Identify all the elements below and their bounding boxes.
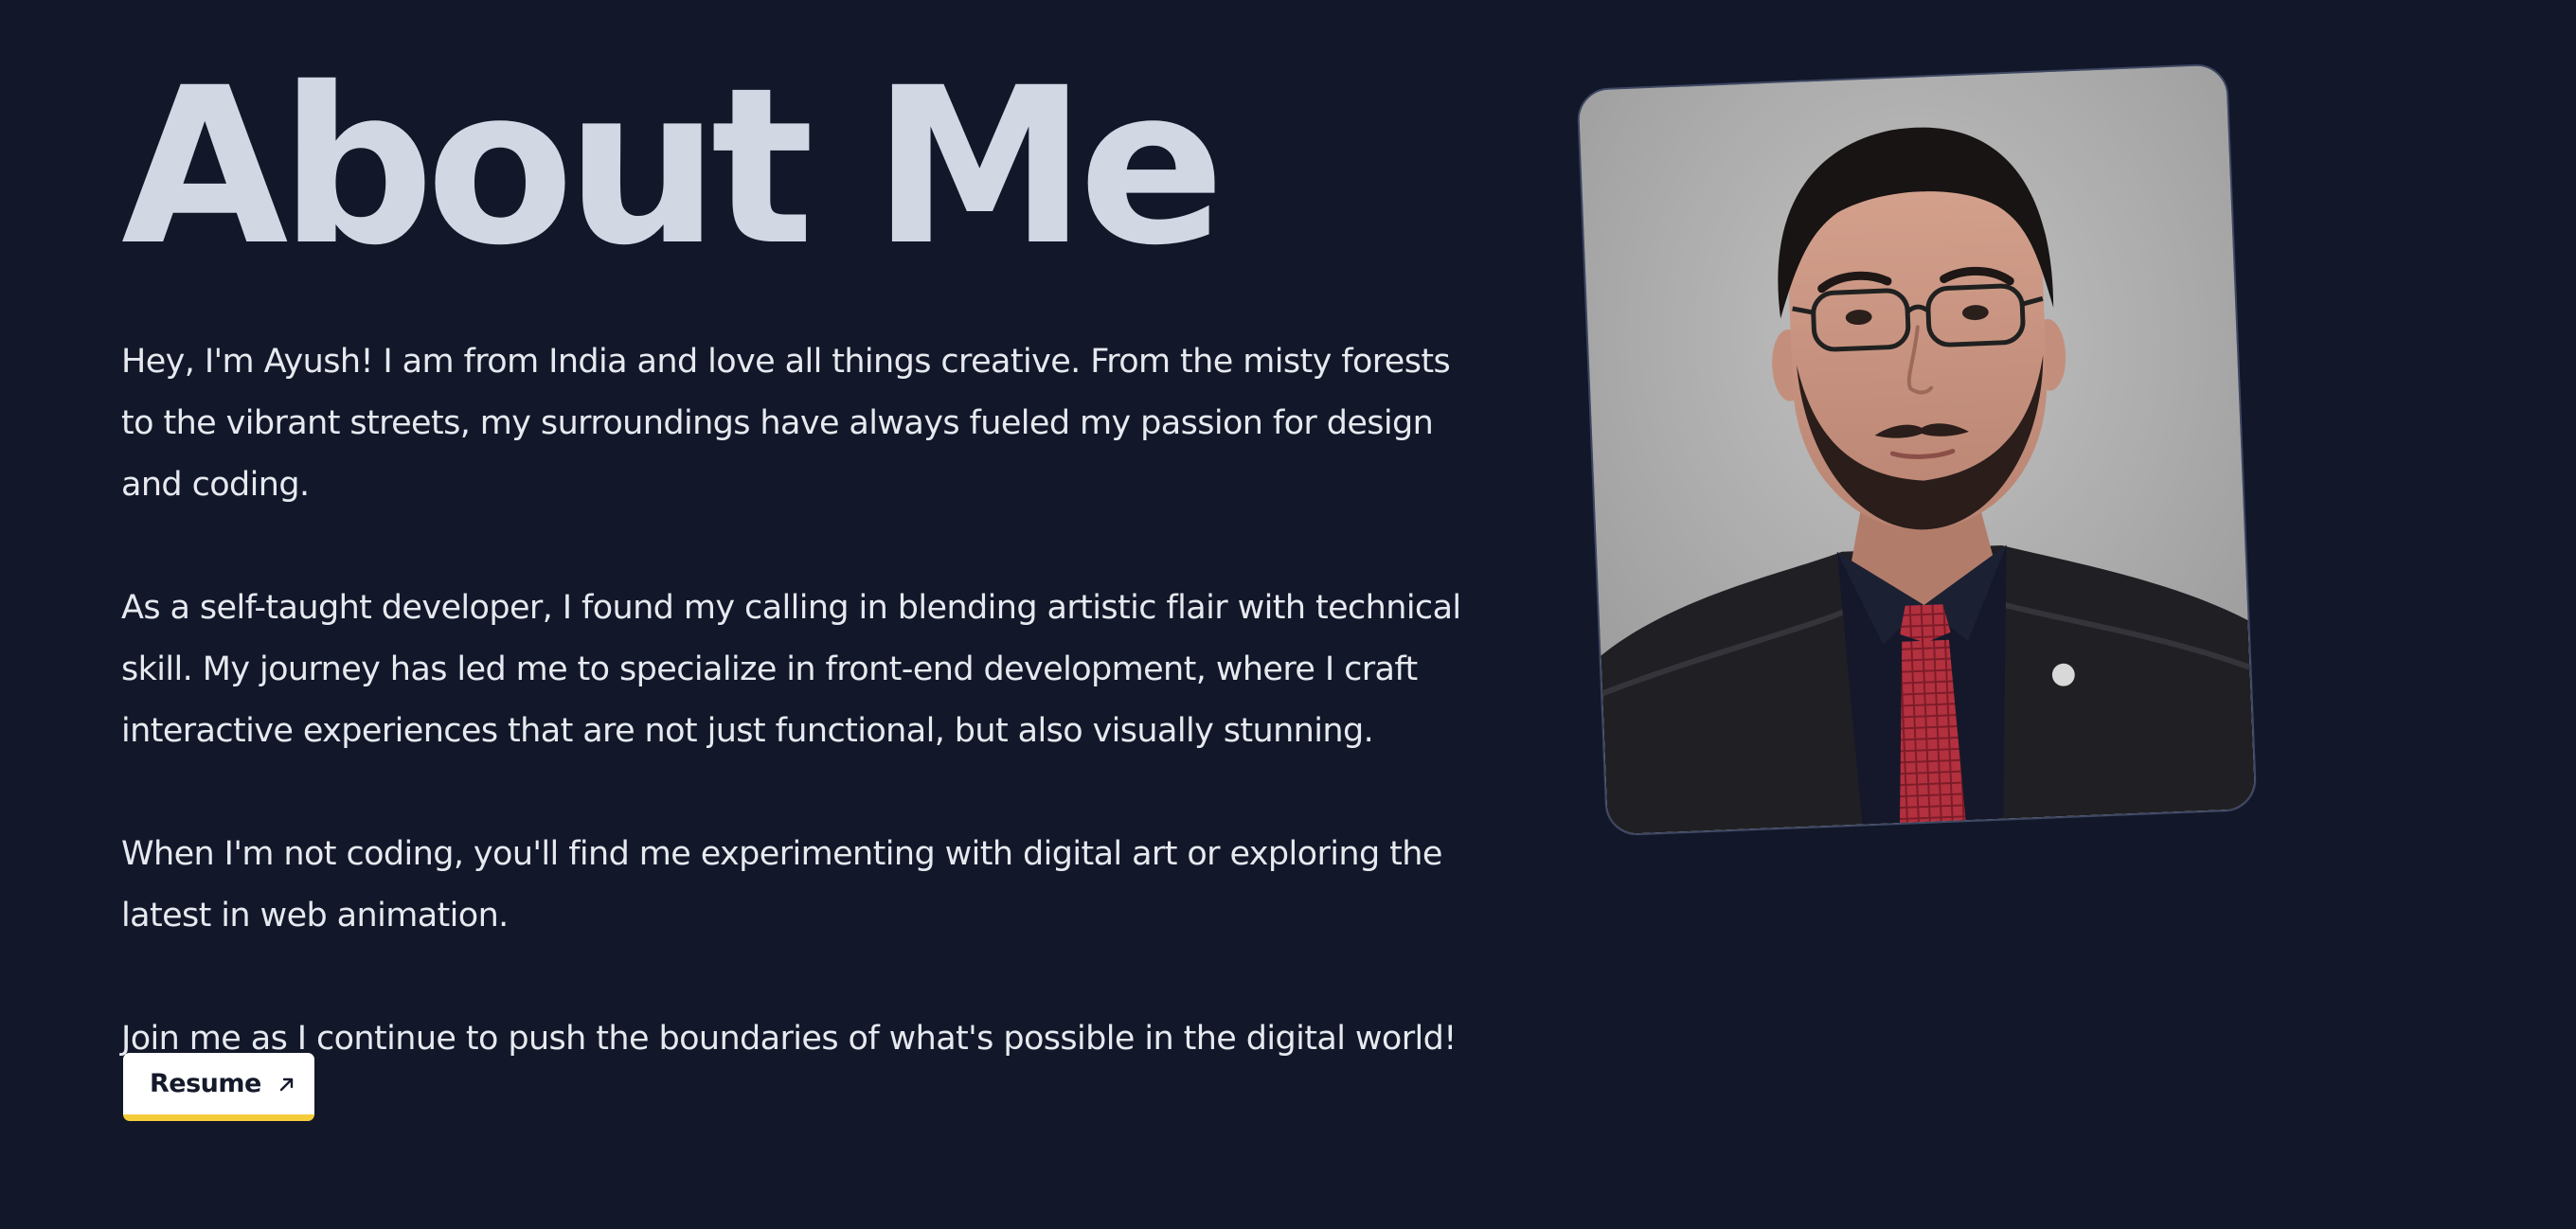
- bio-paragraph-1: Hey, I'm Ayush! I am from India and love…: [121, 343, 1451, 504]
- page-title: About Me: [121, 41, 1225, 293]
- bio-paragraph-3: When I'm not coding, you'll find me expe…: [121, 835, 1442, 935]
- about-bio: Hey, I'm Ayush! I am from India and love…: [121, 331, 1485, 1131]
- resume-button[interactable]: Resume: [123, 1053, 314, 1121]
- profile-portrait-illustration: [1578, 64, 2256, 835]
- bio-paragraph-4: Join me as I continue to push the bounda…: [121, 1020, 1457, 1058]
- resume-button-label: Resume: [150, 1069, 261, 1098]
- arrow-up-right-icon: [277, 1074, 297, 1095]
- profile-photo: [1576, 62, 2258, 837]
- bio-paragraph-2: As a self-taught developer, I found my c…: [121, 589, 1461, 750]
